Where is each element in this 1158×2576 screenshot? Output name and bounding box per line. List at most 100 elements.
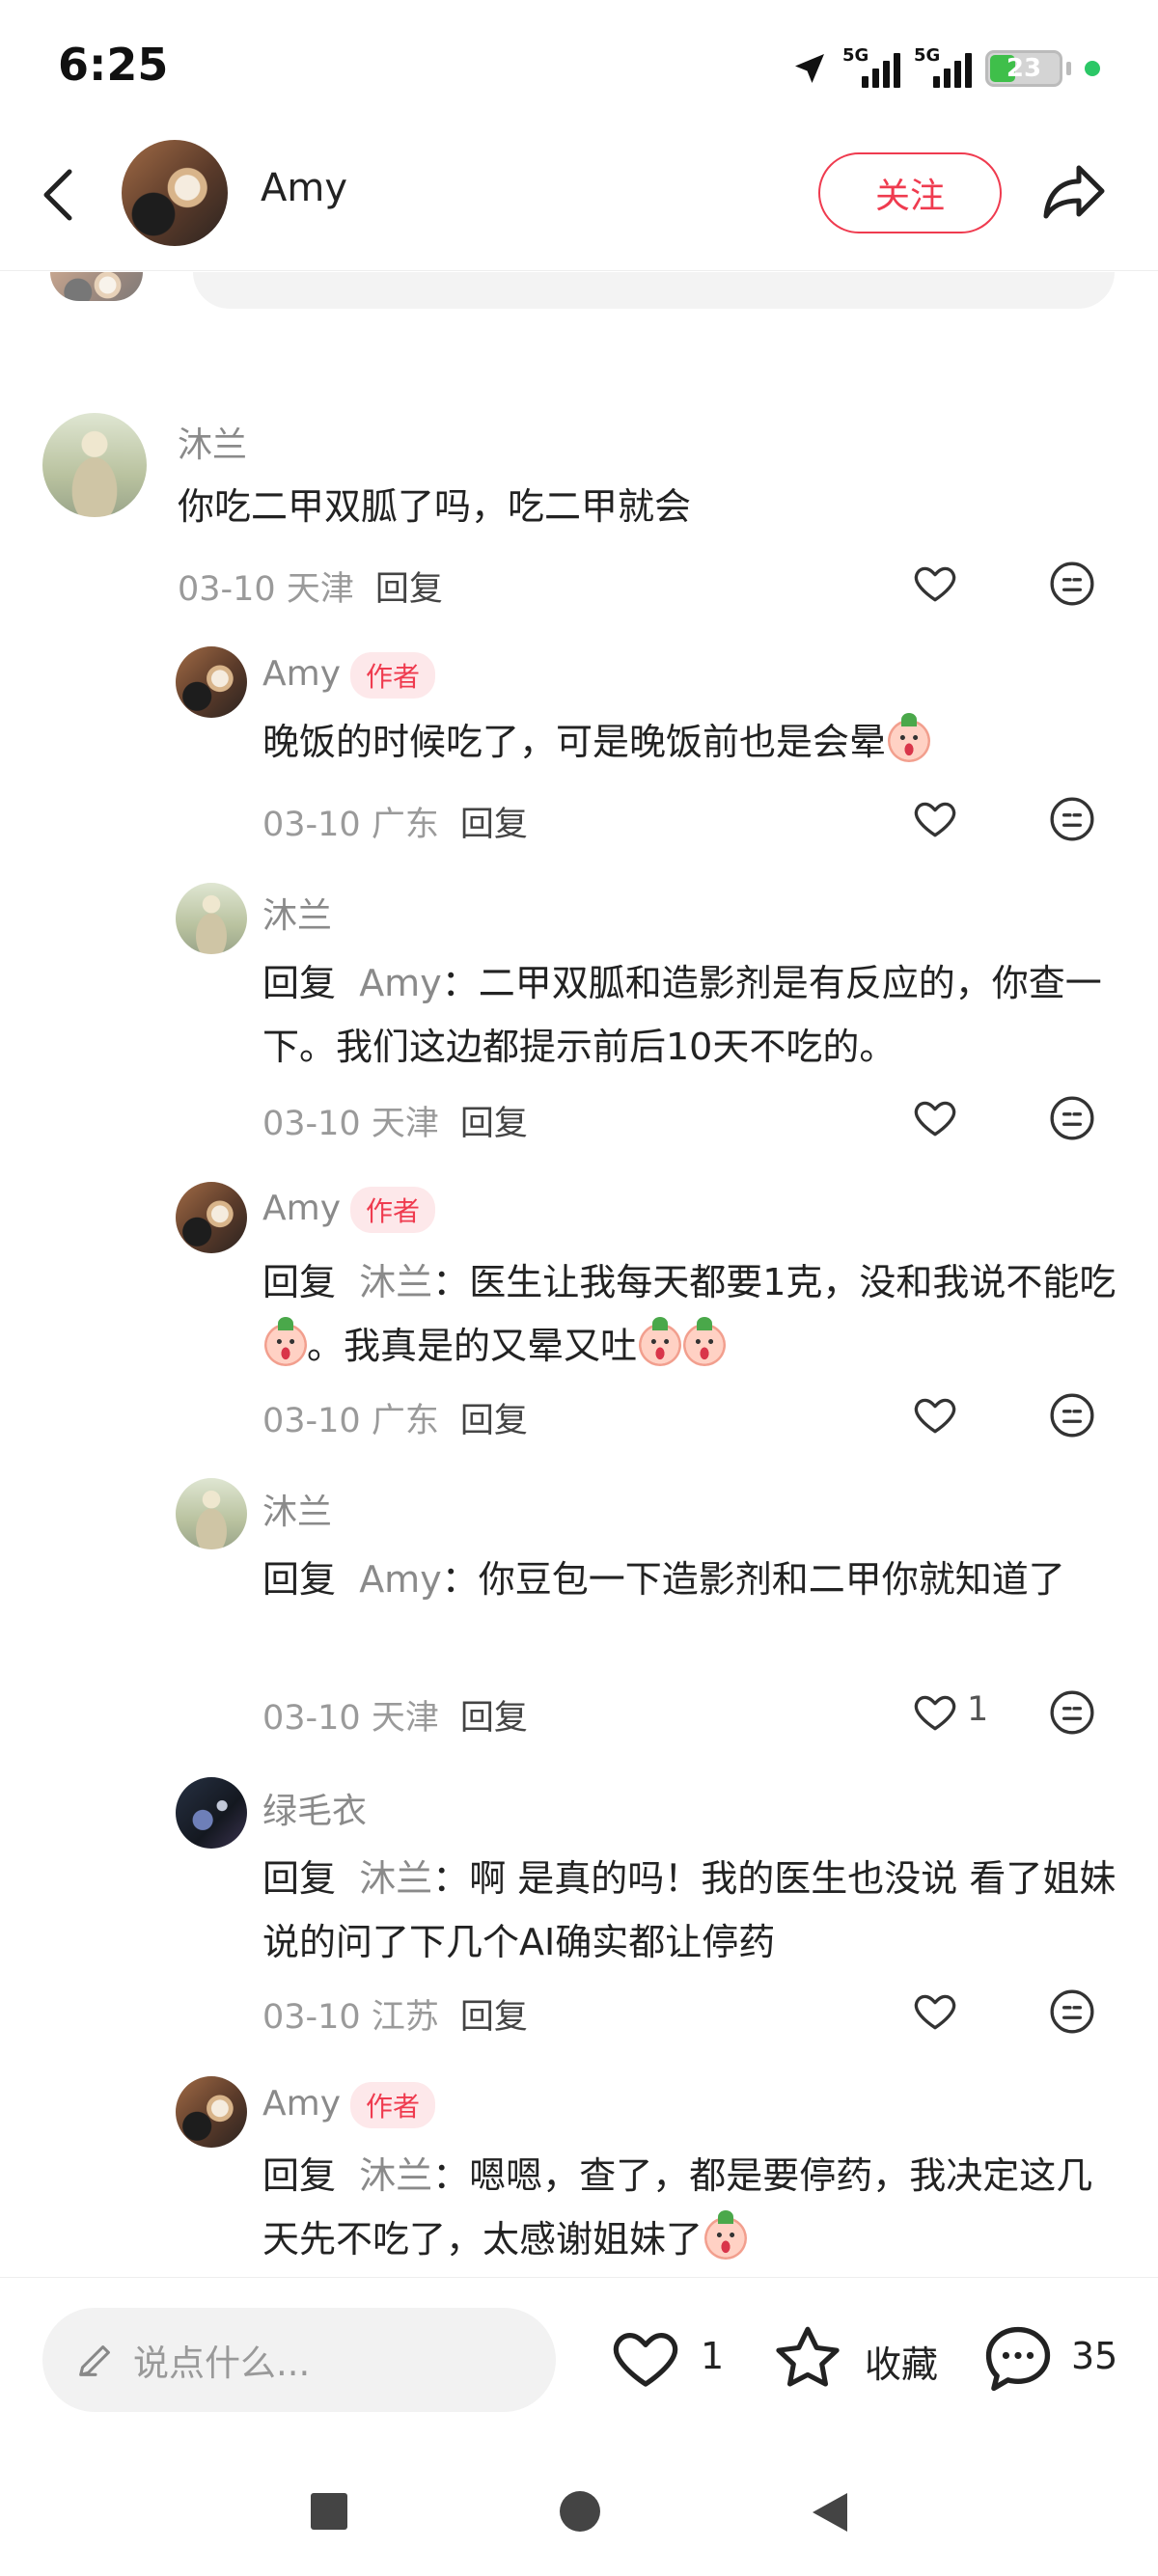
comment-avatar[interactable] <box>176 883 247 954</box>
network-2-label: 5G <box>914 45 941 66</box>
reply-target[interactable]: 沐兰 <box>359 2154 432 2197</box>
crying-emoji-icon <box>639 1317 682 1366</box>
comment-author-row: Amy 作者 <box>262 652 436 699</box>
comment-location: 天津 <box>286 570 354 609</box>
comment-author[interactable]: 沐兰 <box>262 888 332 938</box>
comment-author[interactable]: Amy <box>262 1189 341 1228</box>
like-icon[interactable] <box>911 1094 959 1142</box>
comment-author[interactable]: 沐兰 <box>262 1484 332 1534</box>
comment-text: 晚饭的时候吃了，可是晚饭前也是会晕 <box>262 721 887 763</box>
comment-author[interactable]: 绿毛衣 <box>262 1783 367 1833</box>
author-tag: 作者 <box>350 2082 436 2128</box>
blushing-emoji-icon <box>704 2210 748 2260</box>
reply-target[interactable]: 沐兰 <box>359 1857 432 1900</box>
like-icon[interactable] <box>911 795 959 843</box>
comment-text-row[interactable]: 回复 Amy：你豆包一下造影剂和二甲你就知道了 <box>262 1548 1112 1611</box>
comment-date: 03-10 <box>262 1402 361 1440</box>
comment-text-row[interactable]: 回复 沐兰：医生让我每天都要1克，没和我说不能吃。我真是的又晕又吐 <box>262 1250 1131 1378</box>
comment-avatar[interactable] <box>42 413 147 517</box>
reply-prefix: 回复 <box>262 1857 337 1900</box>
like-icon[interactable] <box>911 1688 959 1737</box>
back-icon[interactable] <box>39 166 81 224</box>
crying-emoji-icon <box>264 1317 307 1366</box>
comment-avatar[interactable] <box>176 646 247 718</box>
comment-count[interactable]: 35 <box>1071 2335 1117 2377</box>
comment-location: 江苏 <box>371 1998 439 2037</box>
scrolled-input-remnant <box>193 272 1115 309</box>
scrolled-avatar-remnant <box>50 272 143 301</box>
comment-meta: 03-10 广东 回复 <box>262 1393 528 1442</box>
comment-text-row[interactable]: 回复 Amy：二甲双胍和造影剂是有反应的，你查一下。我们这边都提示前后10天不吃… <box>262 951 1112 1079</box>
like-icon[interactable] <box>911 1987 959 2036</box>
like-count[interactable]: 1 <box>701 2335 724 2377</box>
star-icon[interactable] <box>768 2319 847 2398</box>
comment-text-row[interactable]: 回复 沐兰：嗯嗯，查了，都是要停药，我决定这几天先不吃了，太感谢姐妹了 <box>262 2144 1112 2271</box>
follow-button[interactable]: 关注 <box>818 152 1002 233</box>
comment-text: ：你豆包一下造影剂和二甲你就知道了 <box>441 1558 1065 1601</box>
home-nav-icon[interactable] <box>560 2491 600 2532</box>
reply-button[interactable]: 回复 <box>460 1998 528 2037</box>
reply-button[interactable]: 回复 <box>460 1402 528 1440</box>
comment-input[interactable]: 说点什么... <box>42 2308 556 2412</box>
back-nav-icon[interactable] <box>809 2489 851 2535</box>
reply-button[interactable]: 回复 <box>460 1105 528 1143</box>
location-arrow-icon <box>795 54 824 83</box>
reply-prefix: 回复 <box>262 1261 337 1303</box>
comment-text[interactable]: 你吃二甲双胍了吗，吃二甲就会 <box>178 475 1104 538</box>
comment-author[interactable]: 沐兰 <box>178 417 247 467</box>
comment-text-row[interactable]: 回复 沐兰：啊 是真的吗！我的医生也没说 看了姐妹说的问了下几个AI确实都让停药 <box>262 1847 1131 1974</box>
collect-button[interactable]: 收藏 <box>865 2335 938 2388</box>
comment-text-row[interactable]: 晚饭的时候吃了，可是晚饭前也是会晕 <box>262 710 1112 774</box>
network-1-label: 5G <box>842 45 869 66</box>
battery-level: 23 <box>1006 54 1042 83</box>
signal-1-icon: 5G <box>842 45 900 88</box>
reaction-icon[interactable] <box>1048 560 1096 608</box>
reply-target[interactable]: Amy <box>359 962 442 1004</box>
comment-author[interactable]: Amy <box>262 654 341 694</box>
comment-icon[interactable] <box>977 2317 1060 2400</box>
reaction-icon[interactable] <box>1048 1688 1096 1737</box>
reply-prefix: 回复 <box>262 2154 337 2197</box>
crying-emoji-icon <box>683 1317 727 1366</box>
status-icons: 5G 5G 23 <box>790 44 1100 93</box>
battery-icon: 23 <box>985 50 1062 87</box>
reply-button[interactable]: 回复 <box>375 570 443 609</box>
battery-tip <box>1066 62 1071 75</box>
reaction-icon[interactable] <box>1048 1391 1096 1439</box>
header-avatar[interactable] <box>122 140 228 246</box>
reply-button[interactable]: 回复 <box>460 1699 528 1738</box>
comment-date: 03-10 <box>262 806 361 844</box>
like-icon[interactable] <box>911 1391 959 1439</box>
reply-prefix: 回复 <box>262 962 337 1004</box>
reply-prefix: 回复 <box>262 1558 337 1601</box>
comment-input-placeholder: 说点什么... <box>133 2343 311 2384</box>
recents-nav-icon[interactable] <box>311 2493 347 2530</box>
comment-meta: 03-10 广东 回复 <box>262 797 528 846</box>
comment-avatar[interactable] <box>176 2076 247 2148</box>
header-user-name[interactable]: Amy <box>261 166 347 210</box>
privacy-indicator-dot <box>1085 61 1100 76</box>
comment-location: 广东 <box>371 1402 439 1440</box>
comment-avatar[interactable] <box>176 1182 247 1253</box>
reaction-icon[interactable] <box>1048 1987 1096 2036</box>
reply-target[interactable]: 沐兰 <box>359 1261 432 1303</box>
comment-author-row: Amy 作者 <box>262 2082 436 2128</box>
comment-location: 天津 <box>371 1105 439 1143</box>
reply-target[interactable]: Amy <box>359 1558 442 1601</box>
comment-author[interactable]: Amy <box>262 2084 341 2124</box>
like-icon[interactable] <box>911 560 959 608</box>
comment-avatar[interactable] <box>176 1777 247 1849</box>
comment-text-continued: 。我真是的又晕又吐 <box>307 1325 638 1367</box>
comment-meta: 03-10 天津 回复 <box>262 1096 528 1145</box>
signal-2-icon: 5G <box>914 45 972 88</box>
like-icon[interactable] <box>608 2321 683 2397</box>
pencil-icon <box>79 2345 110 2376</box>
reaction-icon[interactable] <box>1048 795 1096 843</box>
comment-author-row: Amy 作者 <box>262 1187 436 1233</box>
reaction-icon[interactable] <box>1048 1094 1096 1142</box>
comment-meta: 03-10 天津 回复 <box>178 562 443 611</box>
share-icon[interactable] <box>1040 160 1108 222</box>
comment-avatar[interactable] <box>176 1478 247 1549</box>
comment-location: 天津 <box>371 1699 439 1738</box>
reply-button[interactable]: 回复 <box>460 806 528 844</box>
